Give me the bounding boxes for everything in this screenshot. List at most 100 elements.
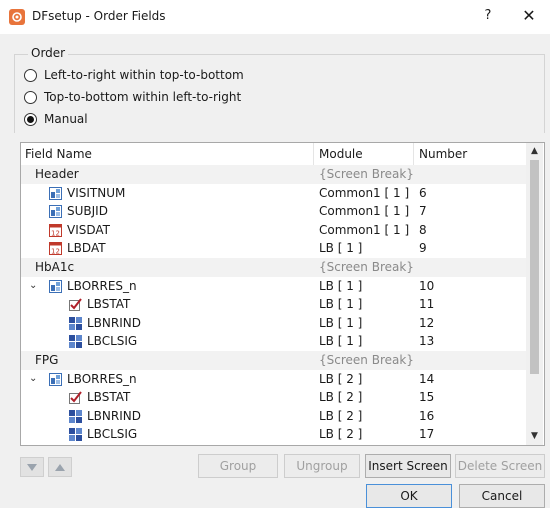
table-row[interactable]: ⌄ LBORRES_n LB [ 2 ] 14	[21, 370, 526, 389]
number-cell: 10	[419, 278, 435, 293]
ungroup-button[interactable]: Ungroup	[284, 454, 360, 478]
expand-caret-icon[interactable]: ⌄	[29, 370, 37, 389]
table-row[interactable]: LBNRIND LB [ 1 ] 12	[21, 314, 526, 333]
number-cell: 7	[419, 204, 427, 219]
radio-manual-label: Manual	[44, 112, 88, 126]
module-cell: LB [ 1 ]	[319, 241, 363, 256]
field-icon	[49, 279, 62, 293]
module-cell: {Screen Break}	[319, 352, 414, 367]
table-row[interactable]: LBSTAT LB [ 1 ] 11	[21, 295, 526, 314]
ok-button[interactable]: OK	[366, 484, 452, 508]
move-down-button[interactable]	[20, 457, 44, 477]
radio-manual[interactable]: Manual	[24, 110, 88, 128]
field-icon	[49, 205, 62, 219]
number-cell: 14	[419, 371, 435, 386]
module-cell: LB [ 1 ]	[319, 278, 363, 293]
field-name-cell: LBNRIND	[87, 408, 141, 423]
field-name-cell: HbA1c	[35, 259, 75, 274]
number-cell: 12	[419, 315, 435, 330]
table-row[interactable]: LBNRIND LB [ 2 ] 16	[21, 407, 526, 426]
help-button[interactable]: ?	[478, 6, 498, 26]
grid-icon	[69, 316, 82, 330]
table-row[interactable]: VISITNUM Common1 [ 1 ] 6	[21, 184, 526, 203]
module-cell: LB [ 2 ]	[319, 427, 363, 442]
table-row[interactable]: SUBJID Common1 [ 1 ] 7	[21, 202, 526, 221]
title-bar: DFsetup - Order Fields ? ✕	[0, 0, 550, 34]
triangle-down-icon	[27, 463, 37, 471]
field-name-cell: LBSTAT	[87, 390, 131, 405]
group-button[interactable]: Group	[198, 454, 278, 478]
close-button[interactable]: ✕	[519, 6, 539, 26]
window-title: DFsetup - Order Fields	[32, 9, 166, 23]
field-name-cell: LBORRES_n	[67, 278, 137, 293]
field-name-cell: LBSTAT	[87, 297, 131, 312]
field-name-cell: Header	[35, 167, 79, 181]
grid-icon	[69, 428, 82, 442]
number-cell: 16	[419, 408, 435, 423]
table-row[interactable]: LBCLSIG LB [ 1 ] 13	[21, 332, 526, 351]
date-icon: 12	[49, 223, 62, 237]
scroll-up-icon[interactable]: ▲	[526, 143, 543, 160]
scroll-thumb[interactable]	[530, 160, 539, 374]
number-cell: 13	[419, 334, 435, 349]
module-cell: {Screen Break}	[319, 167, 414, 181]
field-name-cell: LBCLSIG	[87, 334, 138, 349]
field-name-cell: LBDAT	[67, 241, 106, 256]
expand-caret-icon[interactable]: ⌄	[29, 277, 37, 296]
field-name-cell: LBCLSIG	[87, 427, 138, 442]
vertical-scrollbar[interactable]: ▲ ▼	[526, 143, 543, 445]
number-cell: 8	[419, 222, 427, 237]
field-name-cell: LBNRIND	[87, 315, 141, 330]
cancel-button[interactable]: Cancel	[459, 484, 545, 508]
check-icon	[69, 391, 82, 405]
table-row[interactable]: 12 VISDAT Common1 [ 1 ] 8	[21, 221, 526, 240]
field-icon	[49, 372, 62, 386]
screen-break-row[interactable]: HbA1c {Screen Break}	[21, 257, 526, 277]
radio-manual-indicator[interactable]	[24, 112, 37, 126]
date-icon: 12	[49, 242, 62, 256]
delete-screen-button[interactable]: Delete Screen	[455, 454, 545, 478]
module-cell: Common1 [ 1 ]	[319, 204, 410, 219]
field-name-cell: VISITNUM	[67, 185, 126, 200]
module-cell: LB [ 2 ]	[319, 371, 363, 386]
fields-tree-table[interactable]: Field Name Module Number Header {Screen B…	[20, 142, 545, 446]
screen-break-row[interactable]: FPG {Screen Break}	[21, 350, 526, 370]
column-divider	[413, 143, 414, 165]
radio-left-to-right-indicator[interactable]	[24, 68, 37, 82]
column-header-number[interactable]: Number	[419, 147, 467, 161]
scroll-down-icon[interactable]: ▼	[526, 428, 543, 445]
radio-top-to-bottom[interactable]: Top-to-bottom within left-to-right	[24, 88, 241, 106]
module-cell: {Screen Break}	[319, 259, 414, 274]
field-icon	[49, 186, 62, 200]
number-cell: 17	[419, 427, 435, 442]
table-row[interactable]: 12 LBDAT LB [ 1 ] 9	[21, 239, 526, 258]
table-row[interactable]: LBCLSIG LB [ 2 ] 17	[21, 425, 526, 444]
column-header-module[interactable]: Module	[319, 147, 363, 161]
radio-top-to-bottom-label: Top-to-bottom within left-to-right	[44, 90, 242, 104]
table-row[interactable]: LBSTAT LB [ 2 ] 15	[21, 388, 526, 407]
module-cell: LB [ 1 ]	[319, 315, 363, 330]
radio-top-to-bottom-indicator[interactable]	[24, 90, 37, 104]
number-cell: 6	[419, 185, 427, 200]
module-cell: Common1 [ 1 ]	[319, 222, 410, 237]
order-group-label: Order	[28, 46, 69, 60]
order-fields-dialog: DFsetup - Order Fields ? ✕ Order Left-to…	[0, 0, 550, 508]
table-rows: Header {Screen Break} VISITNUM Common1 [ 1 …	[21, 165, 526, 444]
field-name-cell: SUBJID	[67, 204, 108, 219]
radio-left-to-right-label: Left-to-right within top-to-bottom	[44, 68, 244, 82]
radio-left-to-right[interactable]: Left-to-right within top-to-bottom	[24, 66, 244, 84]
table-header: Field Name Module Number	[21, 143, 526, 166]
app-icon	[9, 9, 25, 25]
move-up-button[interactable]	[48, 457, 72, 477]
insert-screen-button[interactable]: Insert Screen	[365, 454, 451, 478]
grid-icon	[69, 335, 82, 349]
grid-icon	[69, 409, 82, 423]
field-name-cell: VISDAT	[67, 222, 111, 237]
svg-text:12: 12	[51, 248, 60, 256]
screen-break-row[interactable]: Header {Screen Break}	[21, 165, 526, 184]
field-name-cell: LBORRES_n	[67, 371, 137, 386]
check-icon	[69, 298, 82, 312]
table-row[interactable]: ⌄ LBORRES_n LB [ 1 ] 10	[21, 277, 526, 296]
module-cell: LB [ 1 ]	[319, 334, 363, 349]
column-header-field-name[interactable]: Field Name	[25, 147, 92, 161]
